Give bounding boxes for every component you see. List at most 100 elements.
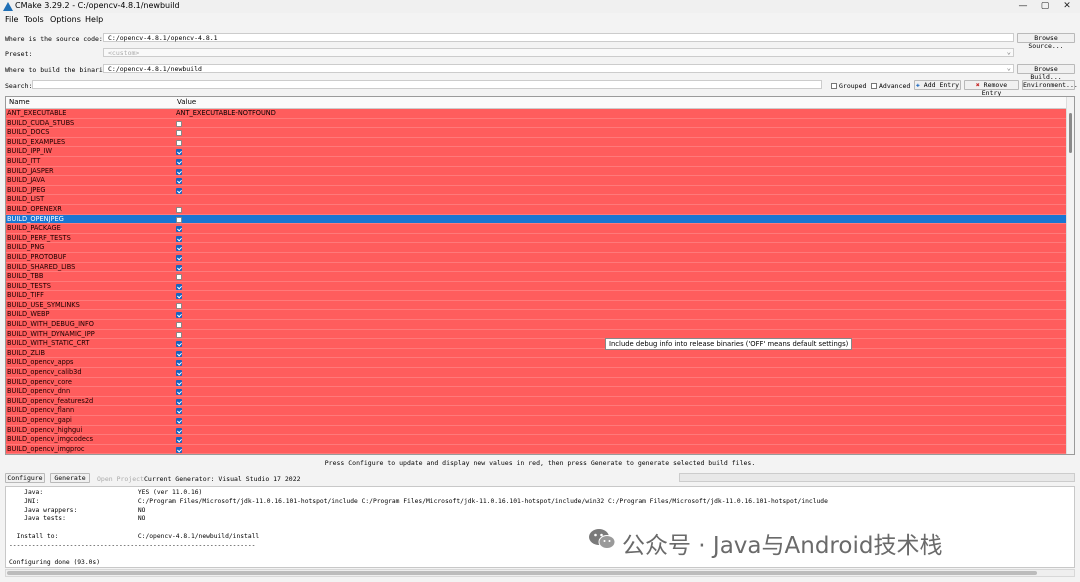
- table-row[interactable]: BUILD_WITH_STATIC_CRT: [6, 339, 1066, 349]
- close-icon[interactable]: ✕: [1056, 0, 1078, 13]
- value-checkbox[interactable]: [176, 370, 182, 377]
- value-checkbox[interactable]: [176, 389, 182, 396]
- value-checkbox[interactable]: [176, 302, 182, 309]
- value-checkbox[interactable]: [176, 427, 182, 434]
- table-row[interactable]: BUILD_LIST: [6, 195, 1066, 205]
- row-value[interactable]: ANT_EXECUTABLE-NOTFOUND: [176, 109, 276, 119]
- menu-file[interactable]: File: [5, 15, 18, 24]
- table-row[interactable]: BUILD_PROTOBUF: [6, 252, 1066, 263]
- value-checkbox[interactable]: [176, 418, 182, 424]
- table-row[interactable]: BUILD_PERF_TESTS: [6, 233, 1066, 244]
- search-input[interactable]: [32, 80, 822, 89]
- value-checkbox[interactable]: [176, 245, 182, 252]
- table-row[interactable]: BUILD_opencv_gapi: [6, 416, 1066, 426]
- generate-button[interactable]: Generate: [50, 473, 90, 483]
- table-row[interactable]: BUILD_PACKAGE: [6, 224, 1066, 234]
- value-checkbox[interactable]: [176, 360, 182, 367]
- menu-options[interactable]: Options: [50, 15, 81, 24]
- table-row[interactable]: BUILD_WITH_DEBUG_INFO: [6, 320, 1066, 330]
- value-checkbox[interactable]: [176, 322, 182, 329]
- open-project-button[interactable]: Open Project: [97, 475, 144, 483]
- value-checkbox[interactable]: [176, 398, 182, 405]
- menu-help[interactable]: Help: [85, 15, 103, 24]
- value-checkbox[interactable]: [176, 235, 182, 242]
- scrollbar-thumb[interactable]: [1069, 113, 1072, 153]
- browse-build-button[interactable]: Browse Build...: [1017, 64, 1075, 81]
- add-entry-button[interactable]: ✚ Add Entry: [914, 80, 961, 90]
- column-header-name[interactable]: Name: [9, 98, 30, 106]
- horizontal-scrollbar[interactable]: [5, 569, 1075, 577]
- value-checkbox[interactable]: [176, 437, 182, 444]
- table-row[interactable]: ANT_EXECUTABLE ANT_EXECUTABLE-NOTFOUND: [6, 109, 1066, 119]
- table-row[interactable]: BUILD_JASPER: [6, 166, 1066, 177]
- value-checkbox[interactable]: [176, 187, 182, 194]
- value-checkbox[interactable]: [176, 341, 182, 348]
- table-row[interactable]: BUILD_ZLIB: [6, 348, 1066, 359]
- table-row[interactable]: BUILD_TBB: [6, 272, 1066, 282]
- value-checkbox[interactable]: [176, 293, 182, 300]
- menu-tools[interactable]: Tools: [24, 15, 44, 24]
- value-checkbox[interactable]: [176, 274, 182, 281]
- value-checkbox[interactable]: [176, 216, 182, 223]
- table-row[interactable]: BUILD_opencv_imgproc: [6, 444, 1066, 454]
- table-row[interactable]: BUILD_CUDA_STUBS: [6, 118, 1066, 129]
- table-row[interactable]: BUILD_opencv_imgcodecs: [6, 435, 1066, 445]
- value-checkbox[interactable]: [176, 408, 182, 415]
- grouped-checkbox[interactable]: Grouped: [831, 82, 866, 90]
- value-checkbox[interactable]: [176, 283, 182, 290]
- table-row[interactable]: BUILD_TIFF: [6, 291, 1066, 301]
- minimize-icon[interactable]: —: [1012, 0, 1034, 13]
- source-path-input[interactable]: C:/opencv-4.8.1/opencv-4.8.1: [103, 33, 1014, 42]
- configure-button[interactable]: Configure: [5, 473, 45, 483]
- scrollbar-thumb[interactable]: [7, 571, 1037, 575]
- table-row[interactable]: BUILD_USE_SYMLINKS: [6, 300, 1066, 311]
- table-row[interactable]: BUILD_OPENJPEG: [6, 214, 1066, 225]
- column-header-value[interactable]: Value: [177, 98, 196, 106]
- table-row[interactable]: BUILD_opencv_calib3d: [6, 368, 1066, 378]
- preset-select[interactable]: <custom> ⌄: [103, 48, 1014, 57]
- value-checkbox[interactable]: [176, 206, 182, 213]
- value-checkbox[interactable]: [176, 130, 182, 137]
- row-name: BUILD_opencv_imgcodecs: [7, 435, 94, 444]
- value-checkbox[interactable]: [176, 149, 182, 156]
- table-row[interactable]: BUILD_opencv_dnn: [6, 387, 1066, 397]
- browse-source-button[interactable]: Browse Source...: [1017, 33, 1075, 50]
- table-row[interactable]: BUILD_opencv_core: [6, 377, 1066, 388]
- value-checkbox[interactable]: [176, 446, 182, 453]
- value-checkbox[interactable]: [176, 312, 182, 319]
- value-checkbox[interactable]: [176, 168, 182, 175]
- value-checkbox[interactable]: [176, 254, 182, 261]
- value-checkbox[interactable]: [176, 139, 182, 146]
- table-row[interactable]: BUILD_opencv_apps: [6, 358, 1066, 369]
- table-row[interactable]: BUILD_ITT: [6, 156, 1066, 167]
- table-row[interactable]: BUILD_OPENEXR: [6, 204, 1066, 215]
- environment-button[interactable]: Environment...: [1022, 80, 1078, 90]
- table-row[interactable]: BUILD_TESTS: [6, 281, 1066, 292]
- table-row[interactable]: BUILD_SHARED_LIBS: [6, 262, 1066, 273]
- value-checkbox[interactable]: [176, 120, 182, 127]
- row-name: BUILD_opencv_dnn: [7, 387, 71, 396]
- value-checkbox[interactable]: [176, 331, 182, 338]
- maximize-icon[interactable]: ▢: [1034, 0, 1056, 13]
- value-checkbox[interactable]: [176, 226, 182, 233]
- table-row[interactable]: BUILD_EXAMPLES: [6, 137, 1066, 148]
- table-row[interactable]: BUILD_IPP_IW: [6, 147, 1066, 157]
- table-row[interactable]: BUILD_PNG: [6, 243, 1066, 253]
- value-checkbox[interactable]: [176, 379, 182, 386]
- build-path-input[interactable]: C:/opencv-4.8.1/newbuild ⌄: [103, 64, 1014, 73]
- vertical-scrollbar[interactable]: [1066, 97, 1074, 454]
- remove-entry-button[interactable]: ✖ Remove Entry: [964, 80, 1019, 97]
- advanced-checkbox[interactable]: Advanced: [871, 82, 910, 90]
- value-checkbox[interactable]: [176, 264, 182, 271]
- table-row[interactable]: BUILD_WITH_DYNAMIC_IPP: [6, 329, 1066, 340]
- table-row[interactable]: BUILD_opencv_features2d: [6, 396, 1066, 407]
- value-checkbox[interactable]: [176, 350, 182, 357]
- table-row[interactable]: BUILD_opencv_highgui: [6, 425, 1066, 436]
- value-checkbox[interactable]: [176, 178, 182, 185]
- table-row[interactable]: BUILD_JAVA: [6, 176, 1066, 186]
- table-row[interactable]: BUILD_DOCS: [6, 128, 1066, 138]
- table-row[interactable]: BUILD_JPEG: [6, 185, 1066, 196]
- value-checkbox[interactable]: [176, 158, 182, 165]
- table-row[interactable]: BUILD_opencv_flann: [6, 406, 1066, 416]
- table-row[interactable]: BUILD_WEBP: [6, 310, 1066, 321]
